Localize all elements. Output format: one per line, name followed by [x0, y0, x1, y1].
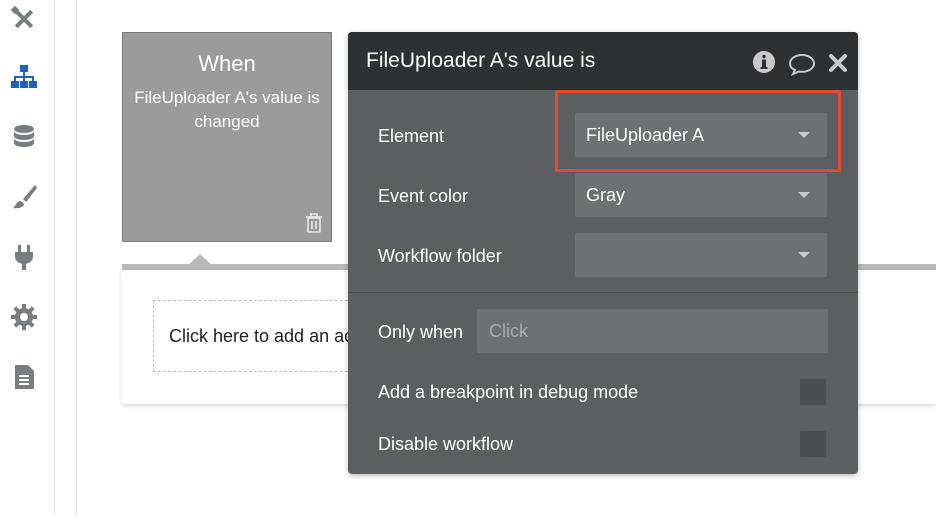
workflow-folder-label: Workflow folder	[378, 246, 502, 266]
element-highlight-box	[555, 90, 841, 172]
event-description: FileUploader A's value is changed	[134, 88, 320, 131]
disable-workflow-checkbox[interactable]	[800, 431, 826, 457]
editor-title: FileUploader A's value is	[366, 49, 596, 72]
editor-header: FileUploader A's value is	[348, 32, 858, 90]
workflow-folder-dropdown[interactable]	[575, 233, 827, 277]
chevron-down-icon	[798, 252, 810, 258]
element-label: Element	[378, 126, 445, 146]
sidebar	[0, 0, 55, 516]
only-when-label: Only when	[378, 322, 464, 342]
disable-workflow-label: Disable workflow	[378, 434, 514, 454]
trash-icon[interactable]	[305, 213, 323, 233]
workflow-icon[interactable]	[9, 62, 39, 92]
paintbrush-icon[interactable]	[9, 182, 39, 212]
comment-icon[interactable]	[788, 52, 816, 76]
gear-icon[interactable]	[9, 302, 39, 332]
event-title: When	[198, 51, 256, 76]
breakpoint-label: Add a breakpoint in debug mode	[378, 382, 639, 402]
event-color-value: Gray	[586, 185, 626, 205]
canvas-gutter-line	[76, 0, 77, 516]
add-action-button[interactable]: Click here to add an action...	[153, 300, 373, 372]
close-icon[interactable]	[828, 53, 848, 73]
event-pointer	[188, 254, 212, 265]
document-icon[interactable]	[9, 362, 39, 392]
event-color-label: Event color	[378, 186, 469, 206]
design-tools-icon[interactable]	[9, 4, 39, 34]
chevron-down-icon	[798, 192, 810, 198]
breakpoint-checkbox[interactable]	[800, 379, 826, 405]
event-card[interactable]: When FileUploader A's value is changed	[122, 32, 332, 242]
info-icon[interactable]	[752, 50, 776, 74]
editor-divider	[348, 292, 858, 293]
plugin-icon[interactable]	[9, 242, 39, 272]
only-when-input[interactable]: Click	[477, 309, 828, 353]
property-editor: FileUploader A's value is Element FileUp…	[348, 32, 858, 474]
only-when-placeholder: Click	[489, 321, 528, 341]
database-icon[interactable]	[9, 122, 39, 152]
event-color-dropdown[interactable]: Gray	[575, 173, 827, 217]
